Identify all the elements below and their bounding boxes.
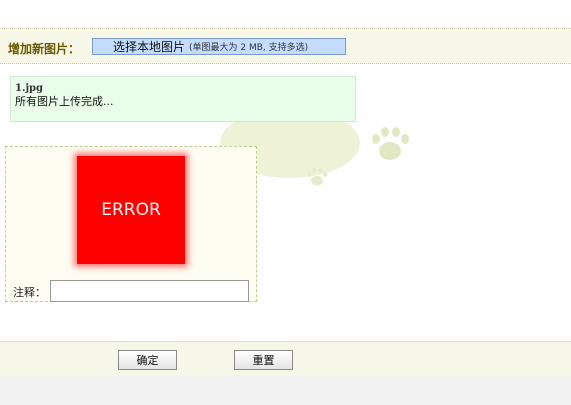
reset-button-label: 重置 [252,354,275,367]
paw-print-icon [372,127,409,160]
footer-area [0,376,571,405]
image-card: ERROR 注释： [5,146,257,302]
upload-complete-message: 所有图片上传完成... [15,95,114,108]
note-input[interactable] [50,280,249,302]
add-image-row: 增加新图片： 选择本地图片 (单图最大为 2 MB, 支持多选) [0,29,571,64]
image-error-text: ERROR [101,200,161,220]
paw-print-small-icon [307,167,328,186]
uploaded-file-name: 1.jpg [15,83,44,94]
select-local-image-button[interactable]: 选择本地图片 (单图最大为 2 MB, 支持多选) [92,38,346,55]
add-image-label: 增加新图片： [8,42,81,56]
upload-status-box: 1.jpg 所有图片上传完成... [10,76,356,122]
top-bar [0,0,571,29]
note-label: 注释： [13,286,46,299]
confirm-button[interactable]: 确定 [118,350,177,370]
reset-button[interactable]: 重置 [234,350,293,370]
select-local-image-label: 选择本地图片 [113,40,186,54]
action-bar: 确定 重置 [0,341,571,377]
image-preview[interactable]: ERROR [77,156,185,264]
select-local-image-hint: (单图最大为 2 MB, 支持多选) [189,43,309,53]
confirm-button-label: 确定 [136,354,159,367]
